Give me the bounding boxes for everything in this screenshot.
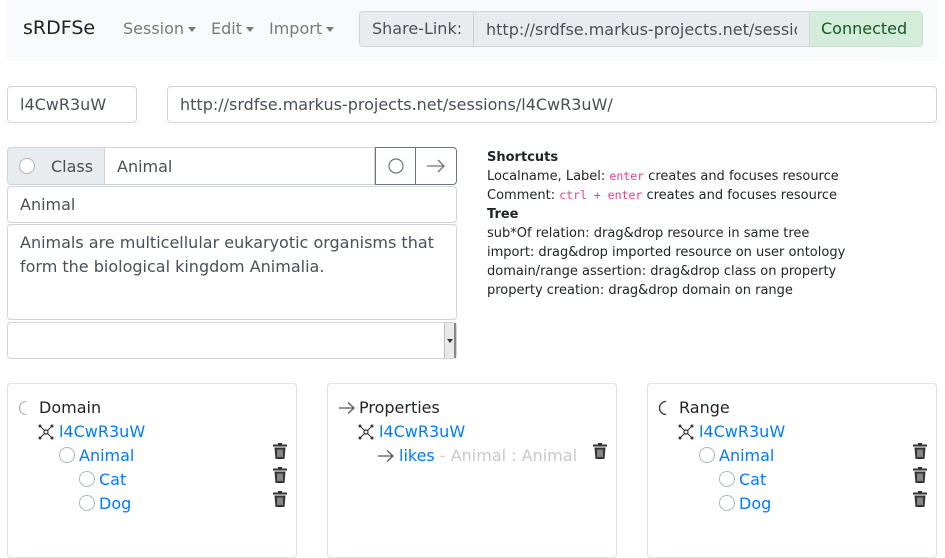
class-circle-icon xyxy=(719,495,735,511)
share-link-input[interactable] xyxy=(474,11,810,47)
domain-class-animal[interactable]: Animal xyxy=(79,446,134,465)
class-circle-icon xyxy=(79,495,95,511)
range-ontology-link[interactable]: l4CwR3uW xyxy=(699,422,785,441)
domain-class-dog[interactable]: Dog xyxy=(99,494,131,513)
ontology-icon xyxy=(678,424,694,440)
language-select[interactable] xyxy=(7,322,457,359)
tree-shortcuts-title: Tree xyxy=(487,207,519,222)
comment-textarea[interactable]: Animals are multicellular eukaryotic org… xyxy=(7,224,457,320)
resource-type-group: Class xyxy=(7,147,457,185)
share-link-group: Share-Link: Connected xyxy=(359,11,923,47)
chevron-down-icon xyxy=(326,26,335,32)
class-button[interactable] xyxy=(375,147,416,185)
trash-icon[interactable] xyxy=(913,443,927,459)
property-signature: - Animal : Animal xyxy=(434,446,578,465)
arrow-right-icon xyxy=(427,159,445,173)
class-circle-icon xyxy=(699,447,715,463)
trash-icon[interactable] xyxy=(273,467,287,483)
circle-icon xyxy=(387,158,404,174)
shortcut-line: property creation: drag&drop domain on r… xyxy=(487,283,793,298)
resource-type-toggle[interactable]: Class xyxy=(7,147,105,185)
shortcut-line: domain/range assertion: drag&drop class … xyxy=(487,264,837,279)
properties-panel: Properties l4CwR3uW likes - Animal : Ani… xyxy=(327,383,617,558)
class-radio[interactable] xyxy=(19,158,35,174)
class-circle-icon xyxy=(719,471,735,487)
spinner-icon xyxy=(658,400,667,416)
menu-edit[interactable]: Edit xyxy=(211,19,254,38)
class-circle-icon xyxy=(59,447,75,463)
arrow-right-icon xyxy=(339,402,355,414)
ontology-icon xyxy=(38,424,54,440)
properties-title: Properties xyxy=(359,398,440,417)
trash-icon[interactable] xyxy=(273,443,287,459)
menu-session[interactable]: Session xyxy=(123,19,197,38)
chevron-down-icon xyxy=(188,26,197,32)
domain-class-cat[interactable]: Cat xyxy=(99,470,126,489)
shortcuts-help: Shortcuts Localname, Label: enter create… xyxy=(487,148,845,300)
range-panel: Range l4CwR3uW Animal Cat Dog xyxy=(647,383,937,558)
select-dropdown-button[interactable] xyxy=(444,323,456,358)
domain-panel: Domain l4CwR3uW Animal Cat Dog xyxy=(7,383,297,558)
session-url-input[interactable] xyxy=(167,86,937,123)
share-link-label: Share-Link: xyxy=(359,11,474,47)
navbar: sRDFSe Session Edit Import Share-Link: C… xyxy=(7,0,937,61)
trash-icon[interactable] xyxy=(913,467,927,483)
property-button[interactable] xyxy=(416,147,457,185)
trash-icon[interactable] xyxy=(593,443,607,459)
shortcut-line: sub*Of relation: drag&drop resource in s… xyxy=(487,226,810,241)
range-class-cat[interactable]: Cat xyxy=(739,470,766,489)
menu-import[interactable]: Import xyxy=(269,19,335,38)
range-title: Range xyxy=(679,398,730,417)
chevron-down-icon xyxy=(446,338,453,343)
label-input[interactable] xyxy=(7,186,457,223)
property-likes[interactable]: likes - Animal : Animal xyxy=(399,446,577,465)
session-id-input[interactable] xyxy=(7,86,137,123)
shortcuts-title: Shortcuts xyxy=(487,150,559,165)
trash-icon[interactable] xyxy=(273,491,287,507)
range-class-dog[interactable]: Dog xyxy=(739,494,771,513)
resource-type-label: Class xyxy=(51,156,94,176)
connection-status-badge: Connected xyxy=(810,11,923,47)
shortcut-line: import: drag&drop imported resource on u… xyxy=(487,245,846,260)
shortcut-line: Localname, Label: enter creates and focu… xyxy=(487,169,839,184)
trash-icon[interactable] xyxy=(913,491,927,507)
shortcut-line: Comment: ctrl + enter creates and focuse… xyxy=(487,188,838,203)
properties-ontology-link[interactable]: l4CwR3uW xyxy=(379,422,465,441)
domain-ontology-link[interactable]: l4CwR3uW xyxy=(59,422,145,441)
domain-title: Domain xyxy=(39,398,102,417)
range-class-animal[interactable]: Animal xyxy=(719,446,774,465)
localname-input[interactable] xyxy=(105,147,375,185)
brand-logo[interactable]: sRDFSe xyxy=(23,17,95,39)
arrow-right-icon xyxy=(378,450,394,462)
ontology-icon xyxy=(358,424,374,440)
spinner-icon xyxy=(18,400,27,416)
class-circle-icon xyxy=(79,471,95,487)
chevron-down-icon xyxy=(245,26,254,32)
